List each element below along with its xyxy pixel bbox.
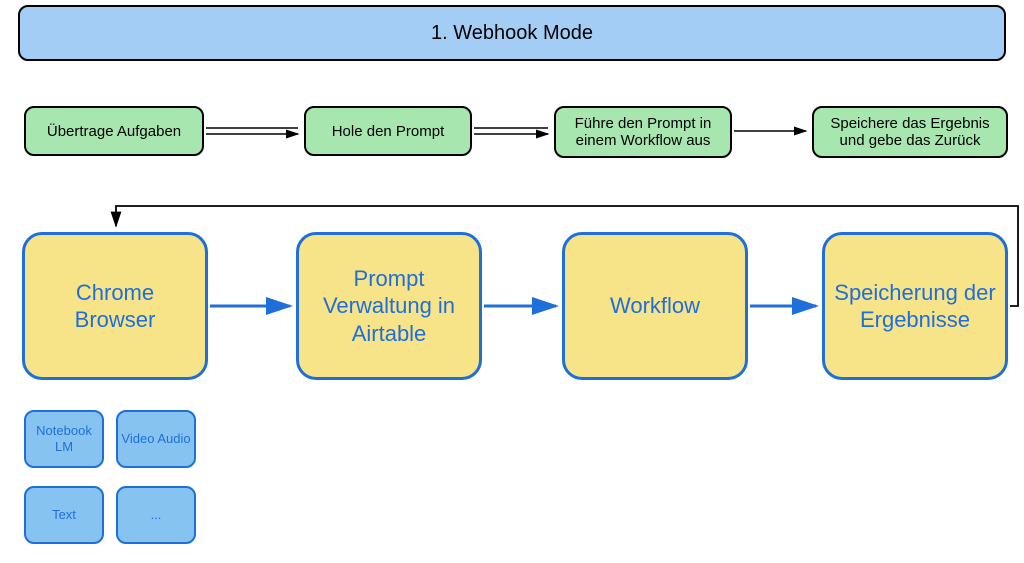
step-1-box: Übertrage Aufgaben — [24, 106, 204, 156]
component-4-box: Speicherung der Ergebnisse — [822, 232, 1008, 380]
tool-3-box: Text — [24, 486, 104, 544]
step-3-label: Führe den Prompt in einem Workflow aus — [566, 115, 720, 149]
tool-4-box: ... — [116, 486, 196, 544]
component-2-box: Prompt Verwaltung in Airtable — [296, 232, 482, 380]
tool-2-label: Video Audio — [121, 431, 190, 447]
tool-1-label: Notebook LM — [26, 423, 102, 454]
component-3-box: Workflow — [562, 232, 748, 380]
tool-1-box: Notebook LM — [24, 410, 104, 468]
tool-3-label: Text — [52, 507, 76, 523]
component-3-label: Workflow — [610, 292, 700, 320]
tool-2-box: Video Audio — [116, 410, 196, 468]
component-4-label: Speicherung der Ergebnisse — [833, 279, 997, 334]
step-2-label: Hole den Prompt — [332, 123, 445, 140]
step-2-box: Hole den Prompt — [304, 106, 472, 156]
component-1-label: Chrome Browser — [33, 279, 197, 334]
component-1-box: Chrome Browser — [22, 232, 208, 380]
header-title-box: 1. Webhook Mode — [18, 5, 1006, 61]
step-4-box: Speichere das Ergebnis und gebe das Zurü… — [812, 106, 1008, 158]
tool-4-label: ... — [151, 507, 162, 523]
step-4-label: Speichere das Ergebnis und gebe das Zurü… — [824, 115, 996, 149]
step-1-label: Übertrage Aufgaben — [47, 123, 181, 140]
component-2-label: Prompt Verwaltung in Airtable — [307, 265, 471, 348]
step-3-box: Führe den Prompt in einem Workflow aus — [554, 106, 732, 158]
header-title: 1. Webhook Mode — [431, 22, 593, 45]
